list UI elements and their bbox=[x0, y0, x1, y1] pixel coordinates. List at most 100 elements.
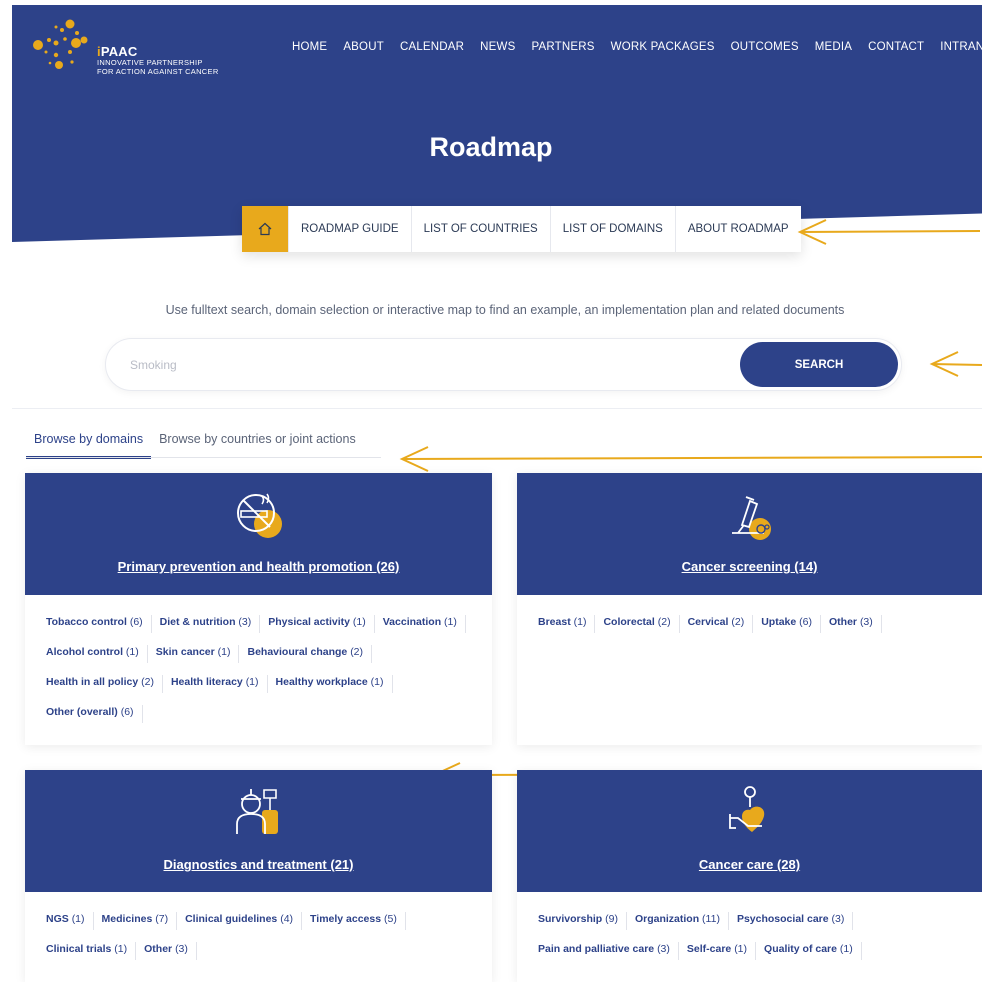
nav-calendar[interactable]: CALENDAR bbox=[400, 41, 464, 53]
domain-tag-link[interactable]: Tobacco control (6) bbox=[46, 615, 152, 633]
tag-count: (3) bbox=[657, 943, 670, 955]
domain-tag-link[interactable]: Timely access (5) bbox=[310, 912, 406, 930]
nav-about[interactable]: ABOUT bbox=[343, 41, 384, 53]
card-header: Cancer screening (14) bbox=[517, 473, 982, 595]
tag-label: Cervical bbox=[687, 616, 729, 628]
tag-row: Pain and palliative care (3) Self-care (1… bbox=[538, 942, 972, 972]
tag-count: (7) bbox=[155, 913, 169, 925]
domain-tag-link[interactable]: NGS (1) bbox=[46, 912, 94, 930]
tag-label: Survivorship bbox=[538, 913, 603, 925]
roadmap-subnav: ROADMAP GUIDE LIST OF COUNTRIES LIST OF … bbox=[242, 206, 801, 252]
tag-label: Self-care bbox=[686, 943, 732, 955]
subnav-roadmap-guide[interactable]: ROADMAP GUIDE bbox=[288, 206, 411, 252]
domain-tag-link[interactable]: Organization (11) bbox=[635, 912, 729, 930]
domain-tag-link[interactable]: Alcohol control (1) bbox=[46, 645, 148, 663]
tab-browse-by-countries[interactable]: Browse by countries or joint actions bbox=[151, 432, 364, 459]
nav-work-packages[interactable]: WORK PACKAGES bbox=[611, 41, 715, 53]
tag-label: Other bbox=[144, 943, 173, 955]
tag-label: Medicines bbox=[101, 913, 153, 925]
tag-row: Survivorship (9) Organization (11) Psychos… bbox=[538, 912, 972, 942]
domain-tag-link[interactable]: Self-care (1) bbox=[686, 942, 757, 960]
logo-name: iPAAC bbox=[97, 44, 138, 59]
tag-label: Organization bbox=[634, 913, 700, 925]
tag-label: Psychosocial care bbox=[736, 913, 829, 925]
browse-tabs: Browse by domains Browse by countries or… bbox=[26, 432, 364, 459]
domain-tag-link[interactable]: Colorectal (2) bbox=[603, 615, 680, 633]
domain-tag-link[interactable]: Physical activity (1) bbox=[268, 615, 375, 633]
tab-browse-by-domains[interactable]: Browse by domains bbox=[26, 432, 152, 459]
nav-intranet[interactable]: INTRANET bbox=[940, 41, 982, 53]
annotation-arrow-icon bbox=[797, 219, 981, 245]
tag-count: (6) bbox=[120, 706, 134, 718]
tag-row: Tobacco control (6) Diet & nutrition (3) P… bbox=[46, 615, 482, 645]
domain-tag-link[interactable]: Behavioural change (2) bbox=[247, 645, 373, 663]
domain-tag-link[interactable]: Other (overall) (6) bbox=[46, 705, 143, 723]
subnav-list-of-countries[interactable]: LIST OF COUNTRIES bbox=[410, 206, 550, 252]
domain-tag-link[interactable]: Healthy workplace (1) bbox=[276, 675, 393, 693]
domain-tag-link[interactable]: Clinical trials (1) bbox=[46, 942, 137, 960]
tag-label: Other (overall) bbox=[46, 706, 118, 718]
tag-label: Vaccination bbox=[382, 616, 442, 628]
card-title[interactable]: Cancer care (28) bbox=[517, 857, 982, 872]
nav-partners[interactable]: PARTNERS bbox=[531, 41, 594, 53]
domain-tag-link[interactable]: Medicines (7) bbox=[102, 912, 178, 930]
tag-count: (6) bbox=[799, 616, 812, 628]
tag-count: (3) bbox=[238, 616, 252, 628]
domain-tag-link[interactable]: Cervical (2) bbox=[688, 615, 754, 633]
domain-tag-link[interactable]: Clinical guidelines (4) bbox=[185, 912, 303, 930]
main-nav: HOME ABOUT CALENDAR NEWS PARTNERS WORK P… bbox=[292, 41, 982, 53]
card-title[interactable]: Primary prevention and health promotion … bbox=[25, 559, 492, 574]
tag-count: (11) bbox=[702, 913, 720, 925]
domain-tag-link[interactable]: Diet & nutrition (3) bbox=[160, 615, 261, 633]
tabs-underline bbox=[26, 457, 381, 458]
subnav-list-of-domains[interactable]: LIST OF DOMAINS bbox=[549, 206, 675, 252]
subnav-about-roadmap[interactable]: ABOUT ROADMAP bbox=[674, 206, 801, 252]
nav-news[interactable]: NEWS bbox=[480, 41, 515, 53]
domain-tag-link[interactable]: Other (3) bbox=[144, 942, 197, 960]
tag-label: Uptake bbox=[761, 616, 797, 628]
nav-contact[interactable]: CONTACT bbox=[868, 41, 924, 53]
nav-home[interactable]: HOME bbox=[292, 41, 327, 53]
home-icon bbox=[258, 222, 272, 236]
search-bar: SEARCH bbox=[105, 338, 902, 391]
nav-media[interactable]: MEDIA bbox=[815, 41, 852, 53]
search-button[interactable]: SEARCH bbox=[740, 342, 898, 387]
domain-tag-link[interactable]: Health in all policy (2) bbox=[46, 675, 163, 693]
tag-count: (1) bbox=[444, 616, 457, 628]
domain-card-cancer-care: Cancer care (28) Survivorship (9) Organiz… bbox=[517, 770, 982, 982]
tag-label: Health in all policy bbox=[46, 676, 139, 688]
domain-tag-link[interactable]: Pain and palliative care (3) bbox=[538, 942, 679, 960]
card-header: Diagnostics and treatment (21) bbox=[25, 770, 492, 892]
tag-list: Survivorship (9) Organization (11) Psychos… bbox=[538, 912, 972, 972]
tag-count: (1) bbox=[217, 646, 231, 658]
tag-count: (9) bbox=[605, 913, 618, 925]
domain-tag-link[interactable]: Health literacy (1) bbox=[171, 675, 268, 693]
domain-tag-link[interactable]: Psychosocial care (3) bbox=[736, 912, 854, 930]
domain-tag-link[interactable]: Vaccination (1) bbox=[383, 615, 466, 633]
ipaac-logo[interactable]: iPAAC INNOVATIVE PARTNERSHIP FOR ACTION … bbox=[32, 18, 272, 78]
domain-card-diagnostics: Diagnostics and treatment (21) NGS (1) Me… bbox=[25, 770, 492, 982]
domain-tag-link[interactable]: Other (3) bbox=[829, 615, 882, 633]
tag-label: Alcohol control bbox=[46, 646, 123, 658]
home-button[interactable] bbox=[242, 206, 288, 252]
tag-count: (1) bbox=[352, 616, 366, 628]
domain-tag-link[interactable]: Skin cancer (1) bbox=[156, 645, 240, 663]
tag-count: (3) bbox=[859, 616, 873, 628]
tag-count: (1) bbox=[114, 943, 128, 955]
domain-tag-link[interactable]: Uptake (6) bbox=[761, 615, 821, 633]
tag-count: (6) bbox=[129, 616, 143, 628]
nav-outcomes[interactable]: OUTCOMES bbox=[731, 41, 799, 53]
card-title[interactable]: Cancer screening (14) bbox=[517, 559, 982, 574]
card-title[interactable]: Diagnostics and treatment (21) bbox=[25, 857, 492, 872]
tag-count: (5) bbox=[384, 913, 397, 925]
heart-hand-icon bbox=[728, 786, 764, 832]
domain-tag-link[interactable]: Breast (1) bbox=[538, 615, 596, 633]
domain-tag-link[interactable]: Survivorship (9) bbox=[538, 912, 627, 930]
tag-list: Breast (1) Colorectal (2) Cervical (2) Upta… bbox=[538, 615, 972, 645]
tag-label: NGS bbox=[46, 913, 69, 925]
domain-tag-link[interactable]: Quality of care (1) bbox=[764, 942, 862, 960]
search-input[interactable] bbox=[130, 351, 730, 379]
annotation-arrow-icon bbox=[929, 351, 982, 377]
tag-count: (2) bbox=[657, 616, 671, 628]
tag-label: Physical activity bbox=[268, 616, 350, 628]
